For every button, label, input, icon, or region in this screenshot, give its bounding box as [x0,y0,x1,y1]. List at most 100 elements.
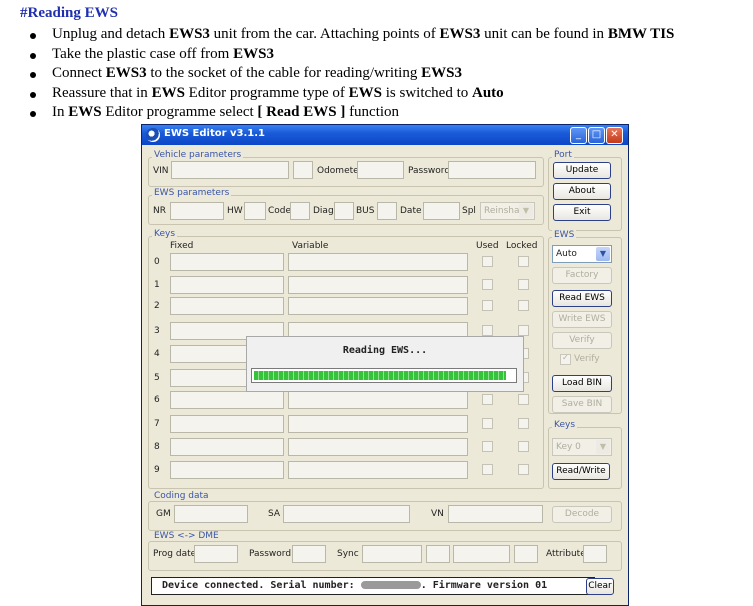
key-locked-checkbox[interactable] [518,441,529,452]
sa-label: SA [268,509,281,519]
sync-field-4[interactable] [514,545,538,563]
instruction-item: Connect EWS3 to the socket of the cable … [30,64,674,84]
close-button[interactable]: ✕ [606,127,623,144]
key-variable-field[interactable] [288,391,468,409]
key-locked-checkbox[interactable] [518,418,529,429]
key-row-number: 5 [154,373,160,383]
key-locked-checkbox[interactable] [518,256,529,267]
sync-field-2[interactable] [426,545,450,563]
key-fixed-field[interactable] [170,297,284,315]
key-fixed-field[interactable] [170,461,284,479]
key-row-number: 7 [154,419,160,429]
bus-field[interactable] [377,202,397,220]
key-locked-checkbox[interactable] [518,394,529,405]
sync-field-3[interactable] [453,545,510,563]
key-variable-field[interactable] [288,276,468,294]
save-bin-button[interactable]: Save BIN [552,396,612,413]
key-used-checkbox[interactable] [482,394,493,405]
odometer-field[interactable] [357,161,404,179]
text-segment: Unplug and detach [52,26,170,42]
key-locked-checkbox[interactable] [518,464,529,475]
hw-field[interactable] [244,202,266,220]
key-row-number: 9 [154,465,160,475]
odometer-label: Odometer [317,166,363,176]
update-button[interactable]: Update [553,162,611,179]
decode-button[interactable]: Decode [552,506,612,523]
sync-field-1[interactable] [362,545,422,563]
vin-field[interactable] [171,161,289,179]
password-label: Password [408,166,451,176]
about-button[interactable]: About [553,183,611,200]
key-fixed-field[interactable] [170,438,284,456]
ews-group-label: EWS [552,230,577,240]
prog-date-field[interactable] [194,545,238,563]
gm-field[interactable] [174,505,248,523]
verify-button[interactable]: Verify [552,332,612,349]
bold-text: EWS [348,84,382,101]
bold-text: EWS [151,84,185,101]
chevron-down-icon: ▼ [519,204,533,218]
ews-type-select[interactable]: Auto ▼ [552,245,612,263]
key-row-number: 1 [154,280,160,290]
exit-button[interactable]: Exit [553,204,611,221]
write-ews-button[interactable]: Write EWS [552,311,612,328]
vn-field[interactable] [448,505,543,523]
password-field[interactable] [448,161,536,179]
fixed-column-header: Fixed [170,241,194,251]
key-used-checkbox[interactable] [482,441,493,452]
key-used-checkbox[interactable] [482,279,493,290]
instruction-item: Unplug and detach EWS3 unit from the car… [30,25,674,45]
status-bar: Device connected. Serial number: . Firmw… [151,577,595,595]
key-fixed-field[interactable] [170,276,284,294]
sa-field[interactable] [283,505,410,523]
read-ews-button[interactable]: Read EWS [552,290,612,307]
key-fixed-field[interactable] [170,415,284,433]
attribute-field[interactable] [583,545,607,563]
key-used-checkbox[interactable] [482,325,493,336]
hw-label: HW [227,206,243,216]
key-locked-checkbox[interactable] [518,325,529,336]
spl-select[interactable]: Reinshag ▼ [480,202,535,220]
ews-dme-label: EWS <-> DME [152,531,221,541]
code-field[interactable] [290,202,310,220]
text-segment: to the socket of the cable for reading/w… [146,65,422,81]
title-bar[interactable]: EWS Editor v3.1.1 _ □ ✕ [142,125,628,145]
vin-check-field[interactable] [293,161,313,179]
date-field[interactable] [423,202,460,220]
key-used-checkbox[interactable] [482,300,493,311]
dme-password-field[interactable] [292,545,326,563]
key-variable-field[interactable] [288,297,468,315]
bold-text: EWS3 [169,26,210,42]
factory-button[interactable]: Factory [552,267,612,284]
load-bin-button[interactable]: Load BIN [552,375,612,392]
key-variable-field[interactable] [288,253,468,271]
key-used-checkbox[interactable] [482,464,493,475]
key-row-number: 0 [154,257,160,267]
key-used-checkbox[interactable] [482,256,493,267]
clear-button[interactable]: Clear [586,578,614,595]
bullet-icon [30,72,36,78]
key-variable-field[interactable] [288,438,468,456]
diag-field[interactable] [334,202,354,220]
minimize-button[interactable]: _ [570,127,587,144]
maximize-button[interactable]: □ [588,127,605,144]
locked-column-header: Locked [506,241,538,251]
document-heading: #Reading EWS [20,5,118,21]
key-fixed-field[interactable] [170,253,284,271]
key-variable-field[interactable] [288,461,468,479]
text-segment: Take the plastic case off from [52,45,234,62]
bus-label: BUS [356,206,375,216]
key-locked-checkbox[interactable] [518,279,529,290]
key-variable-field[interactable] [288,415,468,433]
spl-label: Spl [462,206,476,216]
key-row-number: 8 [154,442,160,452]
key-locked-checkbox[interactable] [518,300,529,311]
read-write-button[interactable]: Read/Write [552,463,610,480]
key-used-checkbox[interactable] [482,418,493,429]
key-fixed-field[interactable] [170,391,284,409]
code-label: Code [268,206,292,216]
key-select[interactable]: Key 0 ▼ [552,438,612,456]
ews-parameters-label: EWS parameters [152,188,232,198]
text-segment: unit can be found in [480,26,608,42]
nr-field[interactable] [170,202,224,220]
